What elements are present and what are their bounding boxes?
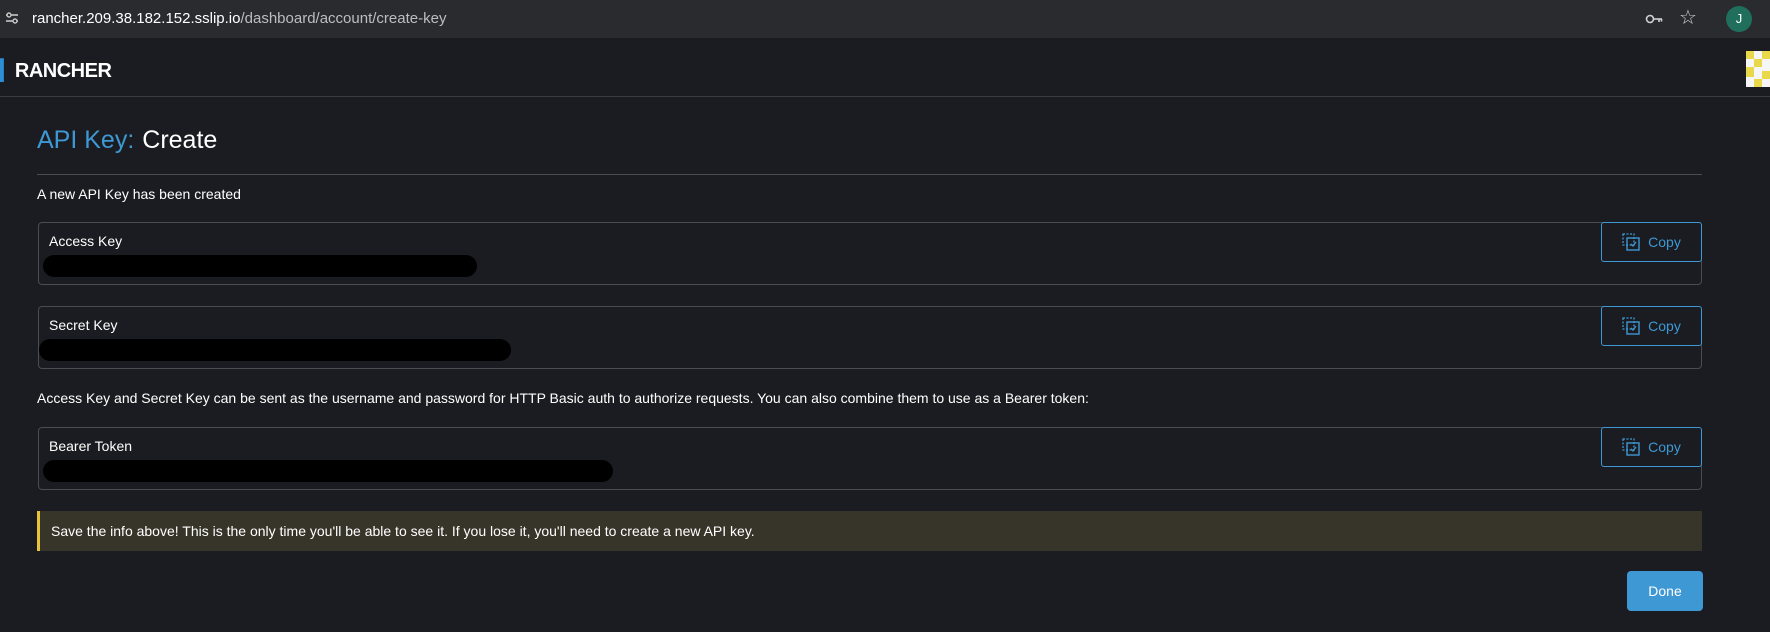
- rancher-logo[interactable]: ▎RANCHER: [0, 58, 112, 83]
- title-prefix: API Key:: [37, 126, 135, 154]
- page-title: API Key: Create: [37, 126, 217, 155]
- logo-text: RANCHER: [14, 60, 112, 82]
- secret-key-label: Secret Key: [49, 317, 118, 333]
- created-message: A new API Key has been created: [37, 186, 241, 202]
- bookmark-star-icon[interactable]: ☆: [1677, 7, 1699, 29]
- bearer-token-label: Bearer Token: [49, 438, 133, 454]
- bearer-token-box: Bearer Token Copy: [38, 427, 1702, 490]
- bearer-token-value-redacted: [43, 460, 613, 482]
- copy-icon: [1622, 233, 1640, 251]
- user-avatar[interactable]: [1746, 51, 1770, 87]
- access-key-label: Access Key: [49, 233, 123, 249]
- copy-bearer-token-button[interactable]: Copy: [1601, 427, 1702, 467]
- secret-key-value-redacted: [39, 339, 511, 361]
- browser-address-bar: rancher.209.38.182.152.sslip.io/dashboar…: [0, 0, 1770, 38]
- auth-info-text: Access Key and Secret Key can be sent as…: [37, 390, 1089, 406]
- done-button[interactable]: Done: [1627, 571, 1703, 611]
- warning-text: Save the info above! This is the only ti…: [51, 523, 755, 539]
- access-key-box: Access Key Copy: [38, 222, 1702, 285]
- title-action: Create: [142, 126, 218, 154]
- url-domain: rancher.209.38.182.152.sslip.io: [32, 10, 241, 27]
- copy-icon: [1622, 438, 1640, 456]
- copy-secret-key-button[interactable]: Copy: [1601, 306, 1702, 346]
- rancher-logo-mark-icon: ▎: [0, 60, 15, 82]
- copy-label: Copy: [1648, 234, 1681, 250]
- access-key-value-redacted: [43, 255, 477, 277]
- url-field[interactable]: rancher.209.38.182.152.sslip.io/dashboar…: [32, 10, 446, 27]
- title-divider: [37, 174, 1702, 175]
- profile-avatar[interactable]: J: [1726, 6, 1752, 32]
- save-warning-banner: Save the info above! This is the only ti…: [37, 511, 1702, 551]
- url-path: /dashboard/account/create-key: [240, 10, 447, 27]
- secret-key-box: Secret Key Copy: [38, 306, 1702, 369]
- copy-access-key-button[interactable]: Copy: [1601, 222, 1702, 262]
- password-key-icon[interactable]: [1644, 9, 1664, 29]
- copy-icon: [1622, 317, 1640, 335]
- copy-label: Copy: [1648, 318, 1681, 334]
- site-info-icon[interactable]: [4, 10, 20, 26]
- app-header: ▎RANCHER: [0, 38, 1770, 97]
- copy-label: Copy: [1648, 439, 1681, 455]
